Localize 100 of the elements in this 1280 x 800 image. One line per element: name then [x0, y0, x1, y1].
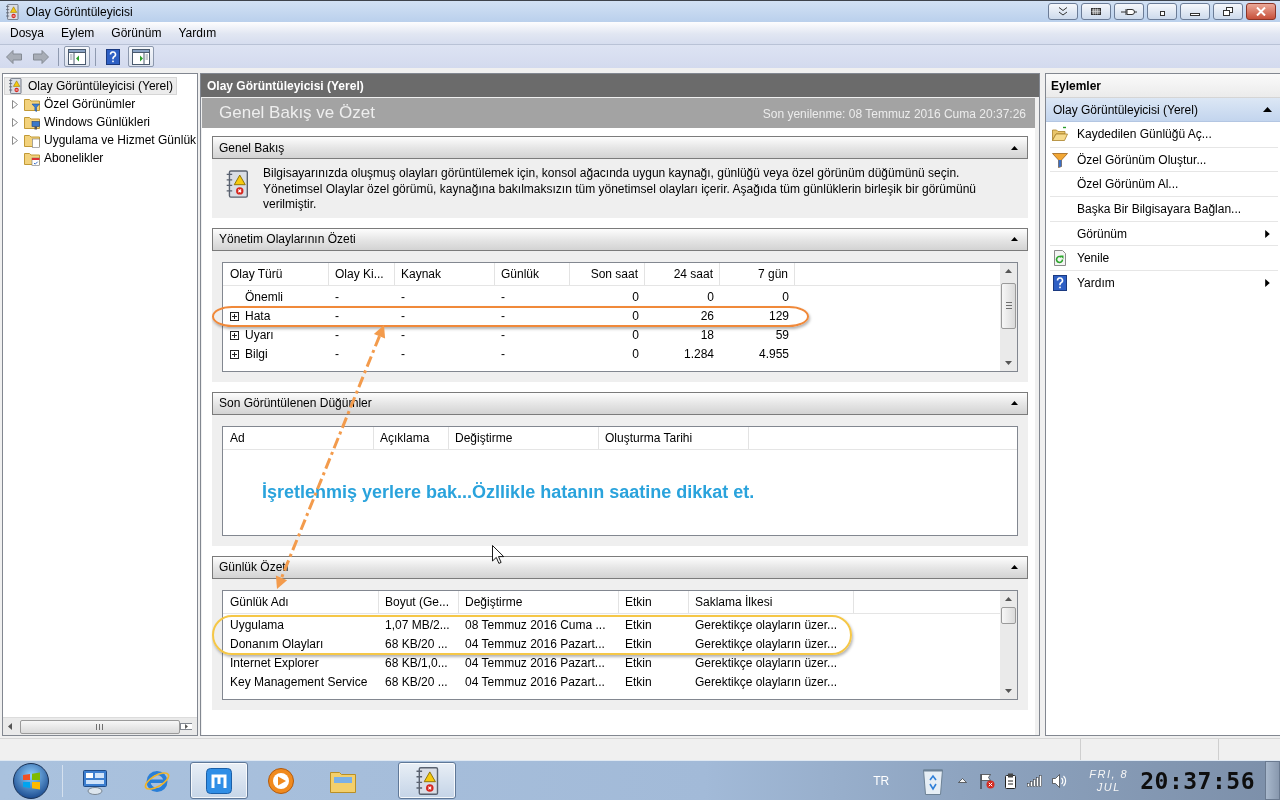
column-header[interactable]: Boyut (Ge...: [379, 590, 459, 613]
action-item[interactable]: Yenile: [1050, 245, 1278, 271]
table-cell-text: Donanım Olayları: [229, 636, 325, 653]
action-item[interactable]: Görünüm: [1050, 220, 1278, 246]
scrollbar[interactable]: [1000, 262, 1017, 371]
taskbar-button[interactable]: [398, 762, 456, 799]
filter-icon: [1052, 151, 1068, 168]
menu-item[interactable]: Görünüm: [104, 24, 169, 42]
console-tree-toggle-button[interactable]: [64, 46, 90, 67]
close-button[interactable]: [1246, 3, 1276, 20]
column-header[interactable]: Olay Türü: [224, 262, 329, 285]
arrow-right-icon: [33, 49, 49, 64]
signal-bars-icon[interactable]: [1027, 772, 1044, 789]
column-header[interactable]: Değiştirme: [459, 590, 619, 613]
pane-header: Olay Görüntüleyicisi (Yerel): [201, 74, 1039, 97]
flag-icon[interactable]: [979, 772, 996, 789]
document-folder-icon: [24, 132, 40, 148]
tree-item[interactable]: Windows Günlükleri: [9, 113, 155, 131]
section-header[interactable]: Yönetim Olaylarının Özeti: [212, 227, 1028, 251]
restore-button[interactable]: [1213, 3, 1243, 20]
column-header[interactable]: Açıklama: [374, 426, 449, 449]
column-header[interactable]: Günlük Adı: [224, 590, 379, 613]
table-cell-text: 68 KB/20 ...: [384, 636, 449, 653]
expand-icon[interactable]: [230, 349, 239, 359]
column-header[interactable]: Günlük: [495, 262, 570, 285]
scroll-down-icon[interactable]: [1005, 688, 1012, 693]
title-bar-button[interactable]: [1147, 3, 1177, 20]
tree-item[interactable]: Özel Görünümler: [9, 95, 140, 113]
column-header[interactable]: 24 saat: [645, 262, 720, 285]
collapse-icon[interactable]: [1011, 401, 1018, 405]
menu-item[interactable]: Dosya: [3, 24, 51, 42]
collapse-icon[interactable]: [1011, 565, 1018, 569]
minimize-button[interactable]: [1180, 3, 1210, 20]
table-cell-text: -: [334, 327, 340, 344]
grid-icon: [1091, 7, 1101, 16]
action-item[interactable]: Özel Görünüm Oluştur...: [1050, 146, 1278, 172]
scrollbar-thumb[interactable]: [1001, 282, 1016, 329]
column-header[interactable]: Kaynak: [395, 262, 495, 285]
column-header[interactable]: Ad: [224, 426, 374, 449]
tree-item[interactable]: Uygulama ve Hizmet Günlük: [9, 131, 201, 149]
action-pane-toggle-button[interactable]: [128, 46, 154, 67]
scroll-right-icon[interactable]: [180, 723, 192, 730]
action-item[interactable]: Kaydedilen Günlüğü Aç...: [1050, 122, 1278, 147]
table-cell-text: 18: [699, 327, 715, 344]
collapse-icon[interactable]: [1011, 145, 1018, 150]
action-item[interactable]: Başka Bir Bilgisayara Bağlan...: [1050, 196, 1278, 221]
scroll-up-icon[interactable]: [1005, 596, 1012, 601]
log-book-icon: [4, 3, 20, 20]
minimize-icon: [1190, 12, 1200, 16]
tree-item[interactable]: Olay Görüntüleyicisi (Yerel): [4, 77, 177, 95]
column-header[interactable]: Etkin: [619, 590, 689, 613]
scrollbar-thumb[interactable]: [20, 719, 180, 734]
open-folder-icon: [1052, 126, 1068, 143]
table-cell-text: -: [500, 327, 506, 344]
table-cell-text: 129: [767, 308, 790, 325]
log-book-icon: [7, 78, 23, 94]
column-header[interactable]: Olay Ki...: [329, 262, 395, 285]
action-group-header[interactable]: Olay Görüntüleyicisi (Yerel): [1046, 98, 1280, 122]
column-header[interactable]: Son saat: [570, 262, 645, 285]
filter-folder-icon: [24, 96, 40, 112]
tree-item[interactable]: Abonelikler: [9, 149, 108, 167]
scroll-left-icon[interactable]: [8, 723, 12, 730]
column-header[interactable]: 7 gün: [720, 262, 795, 285]
mouse-pointer-icon: [492, 545, 505, 564]
scrollbar[interactable]: [1000, 590, 1017, 699]
annotation-text: İşretlenmiş yerlere bak...Özllikle hatanın saatine dikkat et.: [262, 482, 755, 503]
menu-item[interactable]: Yardım: [171, 24, 224, 42]
table-cell-text: Gerektikçe olayların üzer...: [694, 636, 839, 653]
column-header[interactable]: Değiştirme: [449, 426, 599, 449]
menu-item[interactable]: Eylem: [54, 24, 102, 42]
table-cell-text: 59: [774, 327, 790, 344]
table-cell-text: 08 Temmuz 2016 Cuma ...: [464, 617, 607, 634]
table-cell-text: 0: [781, 289, 790, 306]
scrollbar[interactable]: [3, 717, 197, 735]
scroll-down-icon[interactable]: [1005, 360, 1012, 365]
last-refresh-text: Son yenilenme: 08 Temmuz 2016 Cuma 20:37:26: [762, 107, 1026, 121]
table-cell-text: -: [400, 308, 406, 325]
table-cell-text: Internet Explorer: [229, 655, 320, 672]
table-cell-text: Etkin: [624, 674, 653, 691]
expand-icon[interactable]: [230, 311, 239, 321]
expand-icon[interactable]: [230, 330, 239, 340]
overview-text: Bilgisayarınızda oluşmuş olayları görüntülemek için, konsol ağacında uygun kaynağı, günlüğü veya özel görünüm düğümünü seçin. Yönetimsel Olaylar özel görümü, kaynağına bakılmaksızın tüm yönetimsel olayları içerir. Aşağıda tüm günlüklerin birleşik bir görümünü verilmiştir.: [263, 166, 977, 213]
column-header[interactable]: Saklama İlkesi: [689, 590, 854, 613]
plug-icon: [1121, 7, 1137, 16]
collapse-icon[interactable]: [1011, 237, 1018, 241]
action-item[interactable]: Yardım: [1050, 270, 1278, 295]
pane-header: Eylemler: [1046, 74, 1280, 98]
title-bar-button[interactable]: [1114, 3, 1144, 20]
section-header[interactable]: Genel Bakış: [212, 136, 1028, 159]
scroll-up-icon[interactable]: [1005, 268, 1012, 273]
title-bar-button[interactable]: [1081, 3, 1111, 20]
calendar-folder-icon: [24, 150, 40, 166]
scrollbar-thumb[interactable]: [1001, 606, 1016, 624]
speaker-icon[interactable]: [1051, 772, 1068, 789]
collapse-icon[interactable]: [1263, 107, 1272, 112]
trash-bin-icon[interactable]: [922, 766, 945, 795]
action-item[interactable]: Özel Görünüm Al...: [1050, 171, 1278, 197]
caret-up-icon[interactable]: [958, 778, 968, 783]
taskbar-button[interactable]: [190, 762, 248, 799]
column-header[interactable]: Oluşturma Tarihi: [599, 426, 749, 449]
